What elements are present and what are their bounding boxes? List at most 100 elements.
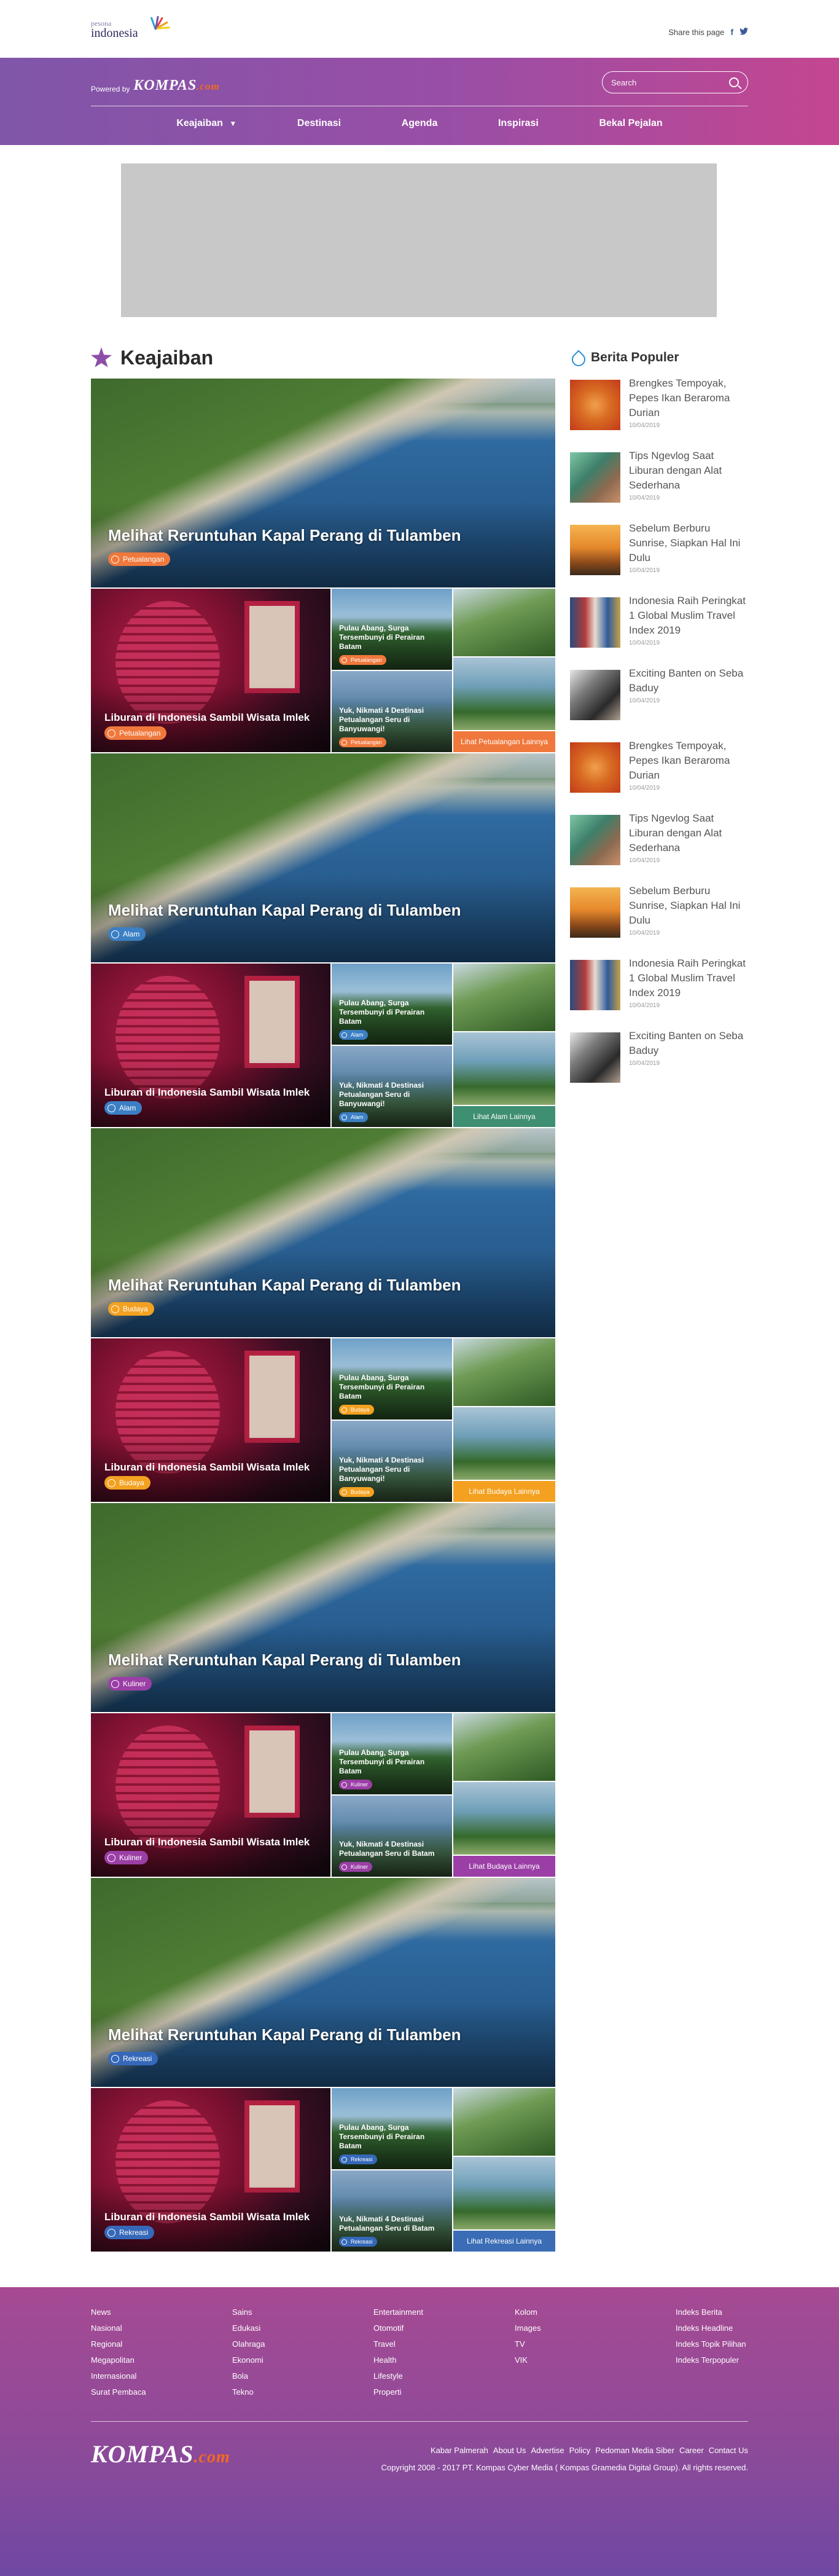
tile-title[interactable]: Yuk, Nikmati 4 Destinasi Petualangan Ser… <box>339 1840 447 1858</box>
footer-link[interactable]: Kolom <box>515 2304 541 2320</box>
category-tag[interactable]: Budaya <box>339 1405 374 1415</box>
category-tag[interactable]: Rekreasi <box>104 2226 155 2239</box>
popular-thumbnail[interactable] <box>570 1032 620 1083</box>
category-tag[interactable]: Kuliner <box>104 1851 149 1864</box>
tile-title[interactable]: Pulau Abang, Surga Tersembunyi di Perair… <box>339 2123 447 2151</box>
tile-title[interactable]: Pulau Abang, Surga Tersembunyi di Perair… <box>339 999 447 1026</box>
footer-link[interactable]: Indeks Terpopuler <box>676 2352 746 2368</box>
popular-title[interactable]: Sebelum Berburu Sunrise, Siapkan Hal Ini… <box>629 521 748 565</box>
popular-title[interactable]: Tips Ngevlog Saat Liburan dengan Alat Se… <box>629 811 748 855</box>
footer-bottom-link[interactable]: Pedoman Media Siber <box>595 2446 674 2455</box>
featured-title[interactable]: Melihat Reruntuhan Kapal Perang di Tulam… <box>108 2025 461 2044</box>
popular-title[interactable]: Exciting Banten on Seba Baduy <box>629 1029 748 1058</box>
tile-title[interactable]: Pulau Abang, Surga Tersembunyi di Perair… <box>339 1748 447 1776</box>
facebook-icon[interactable]: f <box>730 27 733 37</box>
featured-title[interactable]: Melihat Reruntuhan Kapal Perang di Tulam… <box>108 1276 461 1295</box>
tile-article[interactable]: Pulau Abang, Surga Tersembunyi di Perair… <box>332 1338 452 1420</box>
popular-thumbnail[interactable] <box>570 597 620 648</box>
footer-link[interactable]: Olahraga <box>232 2336 265 2352</box>
popular-item[interactable]: Indonesia Raih Peringkat 1 Global Muslim… <box>570 594 748 666</box>
tile-article[interactable]: Yuk, Nikmati 4 Destinasi Petualangan Ser… <box>332 1421 452 1502</box>
popular-item[interactable]: Indonesia Raih Peringkat 1 Global Muslim… <box>570 956 748 1029</box>
ad-banner[interactable] <box>121 163 717 317</box>
footer-link[interactable]: Bola <box>232 2368 265 2384</box>
featured-article[interactable]: Melihat Reruntuhan Kapal Perang di Tulam… <box>91 753 555 962</box>
lantern-title[interactable]: Liburan di Indonesia Sambil Wisata Imlek <box>104 1836 310 1848</box>
more-button[interactable]: Lihat Budaya Lainnya <box>453 1481 555 1502</box>
category-tag[interactable]: Alam <box>104 1101 142 1115</box>
tile-title[interactable]: Yuk, Nikmati 4 Destinasi Petualangan Ser… <box>339 1456 447 1483</box>
more-button[interactable]: Lihat Petualangan Lainnya <box>453 731 555 752</box>
search-icon[interactable] <box>729 77 739 87</box>
category-tag[interactable]: Rekreasi <box>339 2237 377 2247</box>
category-tag[interactable]: Petualangan <box>339 737 386 747</box>
footer-bottom-link[interactable]: About Us <box>493 2446 526 2455</box>
footer-link[interactable]: Entertainment <box>373 2304 423 2320</box>
popular-thumbnail[interactable] <box>570 670 620 720</box>
thumbnail-image[interactable] <box>453 964 555 1031</box>
popular-thumbnail[interactable] <box>570 815 620 865</box>
lantern-title[interactable]: Liburan di Indonesia Sambil Wisata Imlek <box>104 1086 310 1099</box>
popular-item[interactable]: Tips Ngevlog Saat Liburan dengan Alat Se… <box>570 449 748 521</box>
tile-article[interactable]: Yuk, Nikmati 4 Destinasi Petualangan Ser… <box>332 2170 452 2252</box>
footer-link[interactable]: Tekno <box>232 2384 265 2400</box>
footer-kompas-logo[interactable]: KOMPAS.com <box>91 2442 230 2470</box>
footer-link[interactable]: Regional <box>91 2336 146 2352</box>
tile-title[interactable]: Pulau Abang, Surga Tersembunyi di Perair… <box>339 1373 447 1401</box>
more-button[interactable]: Lihat Alam Lainnya <box>453 1106 555 1127</box>
tile-article[interactable]: Pulau Abang, Surga Tersembunyi di Perair… <box>332 2088 452 2169</box>
category-tag[interactable]: Kuliner <box>339 1862 373 1872</box>
thumbnail-image[interactable] <box>453 1713 555 1781</box>
featured-article[interactable]: Melihat Reruntuhan Kapal Perang di Tulam… <box>91 1878 555 2087</box>
more-button[interactable]: Lihat Budaya Lainnya <box>453 1856 555 1877</box>
nav-keajaiban[interactable]: Keajaiban ▼ <box>176 118 236 129</box>
popular-title[interactable]: Brengkes Tempoyak, Pepes Ikan Beraroma D… <box>629 739 748 783</box>
featured-title[interactable]: Melihat Reruntuhan Kapal Perang di Tulam… <box>108 1651 461 1670</box>
footer-link[interactable]: Properti <box>373 2384 423 2400</box>
footer-link[interactable]: News <box>91 2304 146 2320</box>
popular-thumbnail[interactable] <box>570 887 620 938</box>
tile-title[interactable]: Yuk, Nikmati 4 Destinasi Petualangan Ser… <box>339 2215 447 2233</box>
category-tag[interactable]: Kuliner <box>339 1780 373 1789</box>
twitter-icon[interactable] <box>739 27 748 37</box>
tile-title[interactable]: Pulau Abang, Surga Tersembunyi di Perair… <box>339 624 447 651</box>
popular-title[interactable]: Sebelum Berburu Sunrise, Siapkan Hal Ini… <box>629 884 748 928</box>
popular-thumbnail[interactable] <box>570 452 620 503</box>
nav-destinasi[interactable]: Destinasi <box>297 118 341 129</box>
footer-bottom-link[interactable]: Career <box>679 2446 704 2455</box>
thumbnail-image[interactable] <box>453 1407 555 1480</box>
lantern-article[interactable]: Liburan di Indonesia Sambil Wisata Imlek… <box>91 1338 330 1502</box>
popular-thumbnail[interactable] <box>570 380 620 430</box>
footer-link[interactable]: Images <box>515 2320 541 2336</box>
tile-title[interactable]: Yuk, Nikmati 4 Destinasi Petualangan Ser… <box>339 706 447 734</box>
tile-article[interactable]: Yuk, Nikmati 4 Destinasi Petualangan Ser… <box>332 671 452 752</box>
popular-item[interactable]: Exciting Banten on Seba Baduy 10/04/2019 <box>570 666 748 739</box>
tile-article[interactable]: Pulau Abang, Surga Tersembunyi di Perair… <box>332 1713 452 1794</box>
thumbnail-image[interactable] <box>453 2157 555 2229</box>
search-box[interactable]: Search <box>602 71 748 93</box>
more-button[interactable]: Lihat Rekreasi Lainnya <box>453 2231 555 2252</box>
thumbnail-image[interactable] <box>453 2088 555 2156</box>
popular-title[interactable]: Indonesia Raih Peringkat 1 Global Muslim… <box>629 956 748 1000</box>
footer-bottom-link[interactable]: Policy <box>569 2446 591 2455</box>
category-tag[interactable]: Petualangan <box>104 726 167 740</box>
popular-item[interactable]: Brengkes Tempoyak, Pepes Ikan Beraroma D… <box>570 739 748 811</box>
popular-item[interactable]: Tips Ngevlog Saat Liburan dengan Alat Se… <box>570 811 748 884</box>
footer-link[interactable]: Internasional <box>91 2368 146 2384</box>
category-tag[interactable]: Budaya <box>339 1487 374 1497</box>
lantern-article[interactable]: Liburan di Indonesia Sambil Wisata Imlek… <box>91 964 330 1127</box>
kompas-logo[interactable]: KOMPAS.com <box>133 78 219 93</box>
featured-article[interactable]: Melihat Reruntuhan Kapal Perang di Tulam… <box>91 379 555 587</box>
thumbnail-image[interactable] <box>453 658 555 730</box>
featured-title[interactable]: Melihat Reruntuhan Kapal Perang di Tulam… <box>108 901 461 920</box>
footer-link[interactable]: Indeks Topik Pilihan <box>676 2336 746 2352</box>
footer-link[interactable]: Health <box>373 2352 423 2368</box>
featured-article[interactable]: Melihat Reruntuhan Kapal Perang di Tulam… <box>91 1128 555 1337</box>
tile-article[interactable]: Pulau Abang, Surga Tersembunyi di Perair… <box>332 964 452 1045</box>
lantern-title[interactable]: Liburan di Indonesia Sambil Wisata Imlek <box>104 712 310 724</box>
footer-link[interactable]: Indeks Berita <box>676 2304 746 2320</box>
lantern-title[interactable]: Liburan di Indonesia Sambil Wisata Imlek <box>104 1461 310 1474</box>
search-input[interactable]: Search <box>611 78 729 87</box>
popular-thumbnail[interactable] <box>570 742 620 793</box>
footer-link[interactable]: Lifestyle <box>373 2368 423 2384</box>
